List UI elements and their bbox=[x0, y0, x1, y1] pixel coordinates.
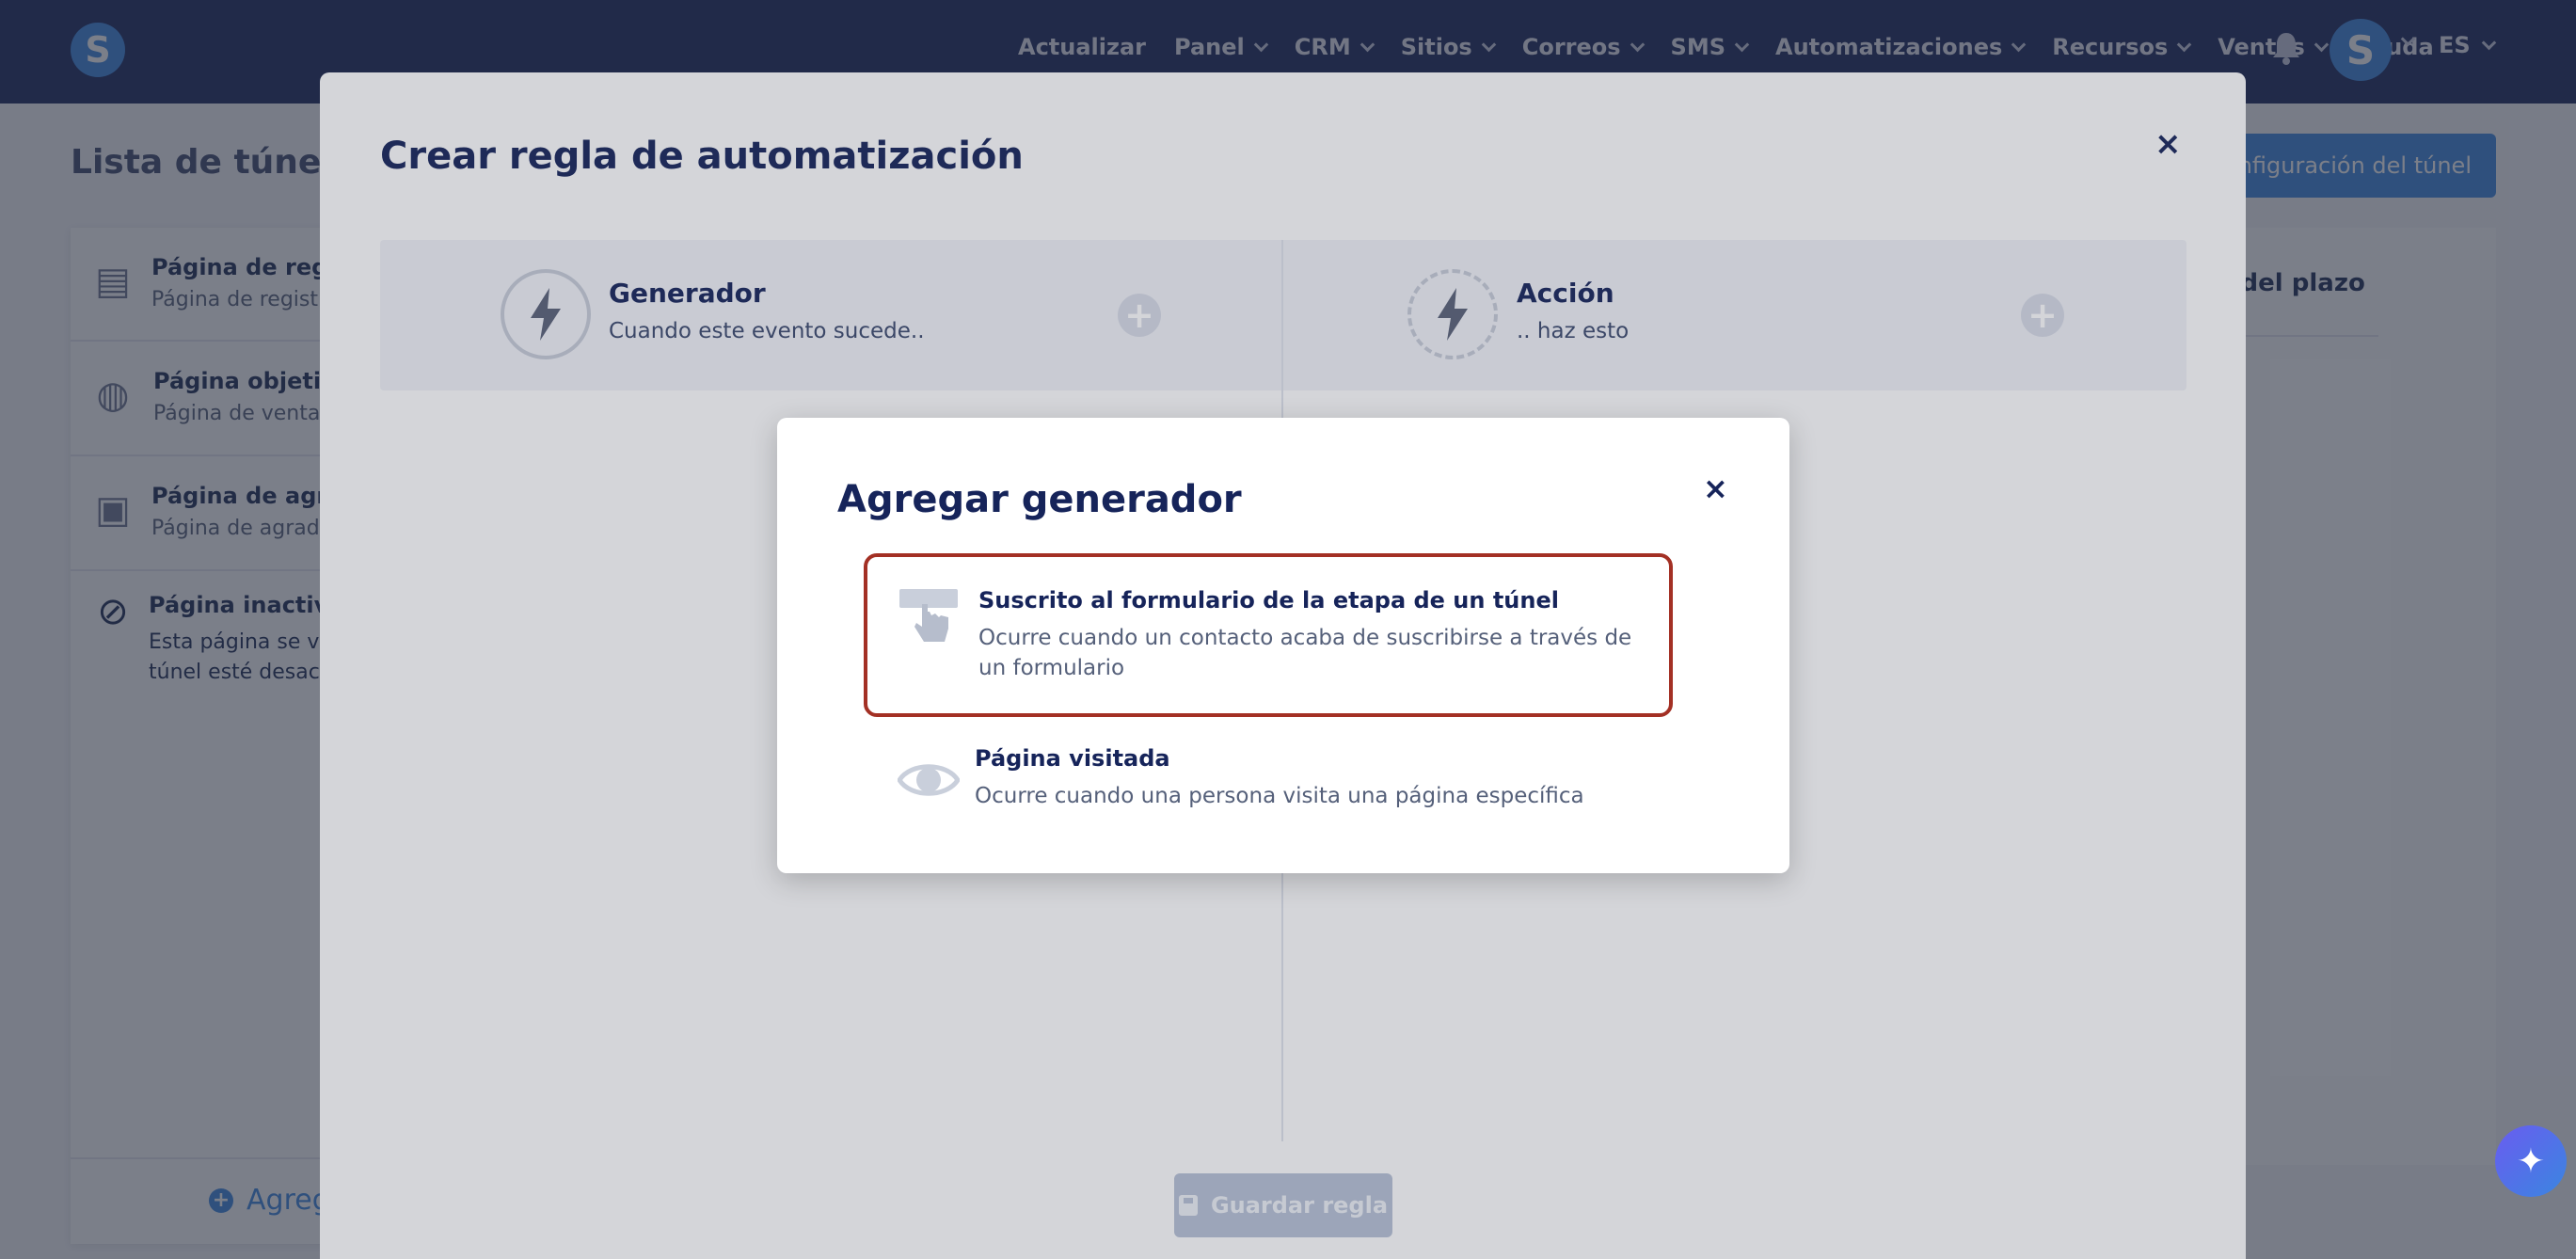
trigger-option-page-visited[interactable]: Página visitada Ocurre cuando una person… bbox=[864, 726, 1673, 830]
trigger-option-form-subscribed[interactable]: Suscrito al formulario de la etapa de un… bbox=[864, 553, 1673, 717]
form-click-icon bbox=[899, 589, 958, 642]
sparkle-icon: ✦ bbox=[2516, 1141, 2546, 1181]
add-trigger-dialog: Agregar generador × Suscrito al formular… bbox=[777, 418, 1789, 873]
ai-assistant-button[interactable]: ✦ bbox=[2495, 1125, 2567, 1197]
dialog-title: Agregar generador bbox=[837, 478, 1242, 521]
eye-icon bbox=[898, 764, 960, 796]
close-icon[interactable]: × bbox=[1703, 470, 1728, 506]
